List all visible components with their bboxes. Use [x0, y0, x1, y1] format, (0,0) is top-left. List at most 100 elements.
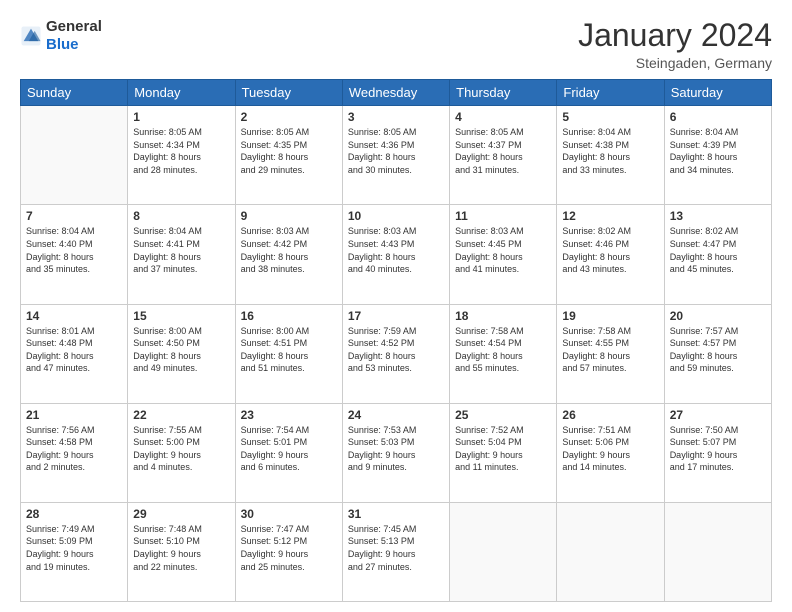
calendar-cell: 29 Sunrise: 7:48 AM Sunset: 5:10 PM Dayli…	[128, 502, 235, 601]
day-info: Sunrise: 8:04 AM Sunset: 4:39 PM Dayligh…	[670, 126, 766, 176]
day-number: 31	[348, 507, 444, 521]
page: General Blue January 2024 Steingaden, Ge…	[0, 0, 792, 612]
day-info: Sunrise: 8:03 AM Sunset: 4:45 PM Dayligh…	[455, 225, 551, 275]
day-info: Sunrise: 8:04 AM Sunset: 4:41 PM Dayligh…	[133, 225, 229, 275]
day-info: Sunrise: 7:58 AM Sunset: 4:55 PM Dayligh…	[562, 325, 658, 375]
calendar-cell: 6 Sunrise: 8:04 AM Sunset: 4:39 PM Daylig…	[664, 106, 771, 205]
day-info: Sunrise: 8:05 AM Sunset: 4:36 PM Dayligh…	[348, 126, 444, 176]
day-info: Sunrise: 8:03 AM Sunset: 4:43 PM Dayligh…	[348, 225, 444, 275]
logo-blue: Blue	[46, 36, 79, 53]
calendar-cell: 26 Sunrise: 7:51 AM Sunset: 5:06 PM Dayli…	[557, 403, 664, 502]
col-header-saturday: Saturday	[664, 80, 771, 106]
day-number: 17	[348, 309, 444, 323]
col-header-friday: Friday	[557, 80, 664, 106]
calendar-cell: 21 Sunrise: 7:56 AM Sunset: 4:58 PM Dayli…	[21, 403, 128, 502]
week-row-1: 1 Sunrise: 8:05 AM Sunset: 4:34 PM Daylig…	[21, 106, 772, 205]
logo: General Blue	[20, 18, 102, 54]
day-number: 24	[348, 408, 444, 422]
calendar-cell: 4 Sunrise: 8:05 AM Sunset: 4:37 PM Daylig…	[450, 106, 557, 205]
day-number: 20	[670, 309, 766, 323]
day-info: Sunrise: 7:57 AM Sunset: 4:57 PM Dayligh…	[670, 325, 766, 375]
day-number: 9	[241, 209, 337, 223]
col-header-monday: Monday	[128, 80, 235, 106]
day-number: 5	[562, 110, 658, 124]
day-number: 2	[241, 110, 337, 124]
calendar-cell: 23 Sunrise: 7:54 AM Sunset: 5:01 PM Dayli…	[235, 403, 342, 502]
day-info: Sunrise: 7:54 AM Sunset: 5:01 PM Dayligh…	[241, 424, 337, 474]
day-number: 13	[670, 209, 766, 223]
calendar-cell: 27 Sunrise: 7:50 AM Sunset: 5:07 PM Dayli…	[664, 403, 771, 502]
day-number: 18	[455, 309, 551, 323]
day-info: Sunrise: 7:52 AM Sunset: 5:04 PM Dayligh…	[455, 424, 551, 474]
day-number: 8	[133, 209, 229, 223]
calendar-cell: 30Sunrise: 7:47 AM Sunset: 5:12 PM Dayli…	[235, 502, 342, 601]
calendar-cell: 16 Sunrise: 8:00 AM Sunset: 4:51 PM Dayli…	[235, 304, 342, 403]
day-number: 1	[133, 110, 229, 124]
day-number: 29	[133, 507, 229, 521]
day-info: Sunrise: 7:48 AM Sunset: 5:10 PM Dayligh…	[133, 523, 229, 573]
calendar-cell	[450, 502, 557, 601]
day-info: Sunrise: 7:49 AM Sunset: 5:09 PM Dayligh…	[26, 523, 122, 573]
day-info: Sunrise: 7:53 AM Sunset: 5:03 PM Dayligh…	[348, 424, 444, 474]
calendar-cell: 18 Sunrise: 7:58 AM Sunset: 4:54 PM Dayli…	[450, 304, 557, 403]
calendar-cell: 14 Sunrise: 8:01 AM Sunset: 4:48 PM Dayli…	[21, 304, 128, 403]
day-info: Sunrise: 8:05 AM Sunset: 4:34 PM Dayligh…	[133, 126, 229, 176]
calendar-table: SundayMondayTuesdayWednesdayThursdayFrid…	[20, 79, 772, 602]
day-info: Sunrise: 8:00 AM Sunset: 4:50 PM Dayligh…	[133, 325, 229, 375]
day-number: 16	[241, 309, 337, 323]
calendar-header-row: SundayMondayTuesdayWednesdayThursdayFrid…	[21, 80, 772, 106]
week-row-2: 7Sunrise: 8:04 AM Sunset: 4:40 PM Daylig…	[21, 205, 772, 304]
day-info: Sunrise: 8:02 AM Sunset: 4:47 PM Dayligh…	[670, 225, 766, 275]
calendar-cell: 25 Sunrise: 7:52 AM Sunset: 5:04 PM Dayli…	[450, 403, 557, 502]
day-number: 12	[562, 209, 658, 223]
day-number: 14	[26, 309, 122, 323]
day-number: 27	[670, 408, 766, 422]
day-info: Sunrise: 8:03 AM Sunset: 4:42 PM Dayligh…	[241, 225, 337, 275]
day-number: 6	[670, 110, 766, 124]
col-header-tuesday: Tuesday	[235, 80, 342, 106]
day-number: 15	[133, 309, 229, 323]
calendar-cell: 15 Sunrise: 8:00 AM Sunset: 4:50 PM Dayli…	[128, 304, 235, 403]
day-info: Sunrise: 8:05 AM Sunset: 4:37 PM Dayligh…	[455, 126, 551, 176]
day-info: Sunrise: 8:00 AM Sunset: 4:51 PM Dayligh…	[241, 325, 337, 375]
day-info: Sunrise: 8:04 AM Sunset: 4:38 PM Dayligh…	[562, 126, 658, 176]
day-number: 26	[562, 408, 658, 422]
day-info: Sunrise: 7:51 AM Sunset: 5:06 PM Dayligh…	[562, 424, 658, 474]
calendar-cell: 1 Sunrise: 8:05 AM Sunset: 4:34 PM Daylig…	[128, 106, 235, 205]
day-number: 11	[455, 209, 551, 223]
calendar-cell: 7Sunrise: 8:04 AM Sunset: 4:40 PM Daylig…	[21, 205, 128, 304]
day-number: 21	[26, 408, 122, 422]
calendar-cell: 17 Sunrise: 7:59 AM Sunset: 4:52 PM Dayli…	[342, 304, 449, 403]
calendar-cell: 31 Sunrise: 7:45 AM Sunset: 5:13 PM Dayli…	[342, 502, 449, 601]
day-number: 4	[455, 110, 551, 124]
calendar-cell: 8 Sunrise: 8:04 AM Sunset: 4:41 PM Daylig…	[128, 205, 235, 304]
day-number: 3	[348, 110, 444, 124]
calendar-cell: 3 Sunrise: 8:05 AM Sunset: 4:36 PM Daylig…	[342, 106, 449, 205]
calendar-cell: 20 Sunrise: 7:57 AM Sunset: 4:57 PM Dayli…	[664, 304, 771, 403]
day-number: 28	[26, 507, 122, 521]
calendar-cell: 5 Sunrise: 8:04 AM Sunset: 4:38 PM Daylig…	[557, 106, 664, 205]
day-info: Sunrise: 7:50 AM Sunset: 5:07 PM Dayligh…	[670, 424, 766, 474]
day-info: Sunrise: 7:58 AM Sunset: 4:54 PM Dayligh…	[455, 325, 551, 375]
day-info: Sunrise: 7:55 AM Sunset: 5:00 PM Dayligh…	[133, 424, 229, 474]
week-row-5: 28 Sunrise: 7:49 AM Sunset: 5:09 PM Dayli…	[21, 502, 772, 601]
logo-text: General Blue	[46, 18, 102, 54]
calendar-cell	[557, 502, 664, 601]
day-info: Sunrise: 7:56 AM Sunset: 4:58 PM Dayligh…	[26, 424, 122, 474]
day-number: 23	[241, 408, 337, 422]
col-header-sunday: Sunday	[21, 80, 128, 106]
day-info: Sunrise: 7:45 AM Sunset: 5:13 PM Dayligh…	[348, 523, 444, 573]
day-number: 22	[133, 408, 229, 422]
day-info: Sunrise: 8:04 AM Sunset: 4:40 PM Dayligh…	[26, 225, 122, 275]
day-number: 19	[562, 309, 658, 323]
col-header-thursday: Thursday	[450, 80, 557, 106]
day-number: 25	[455, 408, 551, 422]
week-row-3: 14 Sunrise: 8:01 AM Sunset: 4:48 PM Dayli…	[21, 304, 772, 403]
day-info: Sunrise: 7:59 AM Sunset: 4:52 PM Dayligh…	[348, 325, 444, 375]
week-row-4: 21 Sunrise: 7:56 AM Sunset: 4:58 PM Dayli…	[21, 403, 772, 502]
calendar-cell: 24 Sunrise: 7:53 AM Sunset: 5:03 PM Dayli…	[342, 403, 449, 502]
calendar-cell: 13 Sunrise: 8:02 AM Sunset: 4:47 PM Dayli…	[664, 205, 771, 304]
day-number: 30	[241, 507, 337, 521]
header: General Blue January 2024 Steingaden, Ge…	[20, 18, 772, 71]
day-info: Sunrise: 8:01 AM Sunset: 4:48 PM Dayligh…	[26, 325, 122, 375]
